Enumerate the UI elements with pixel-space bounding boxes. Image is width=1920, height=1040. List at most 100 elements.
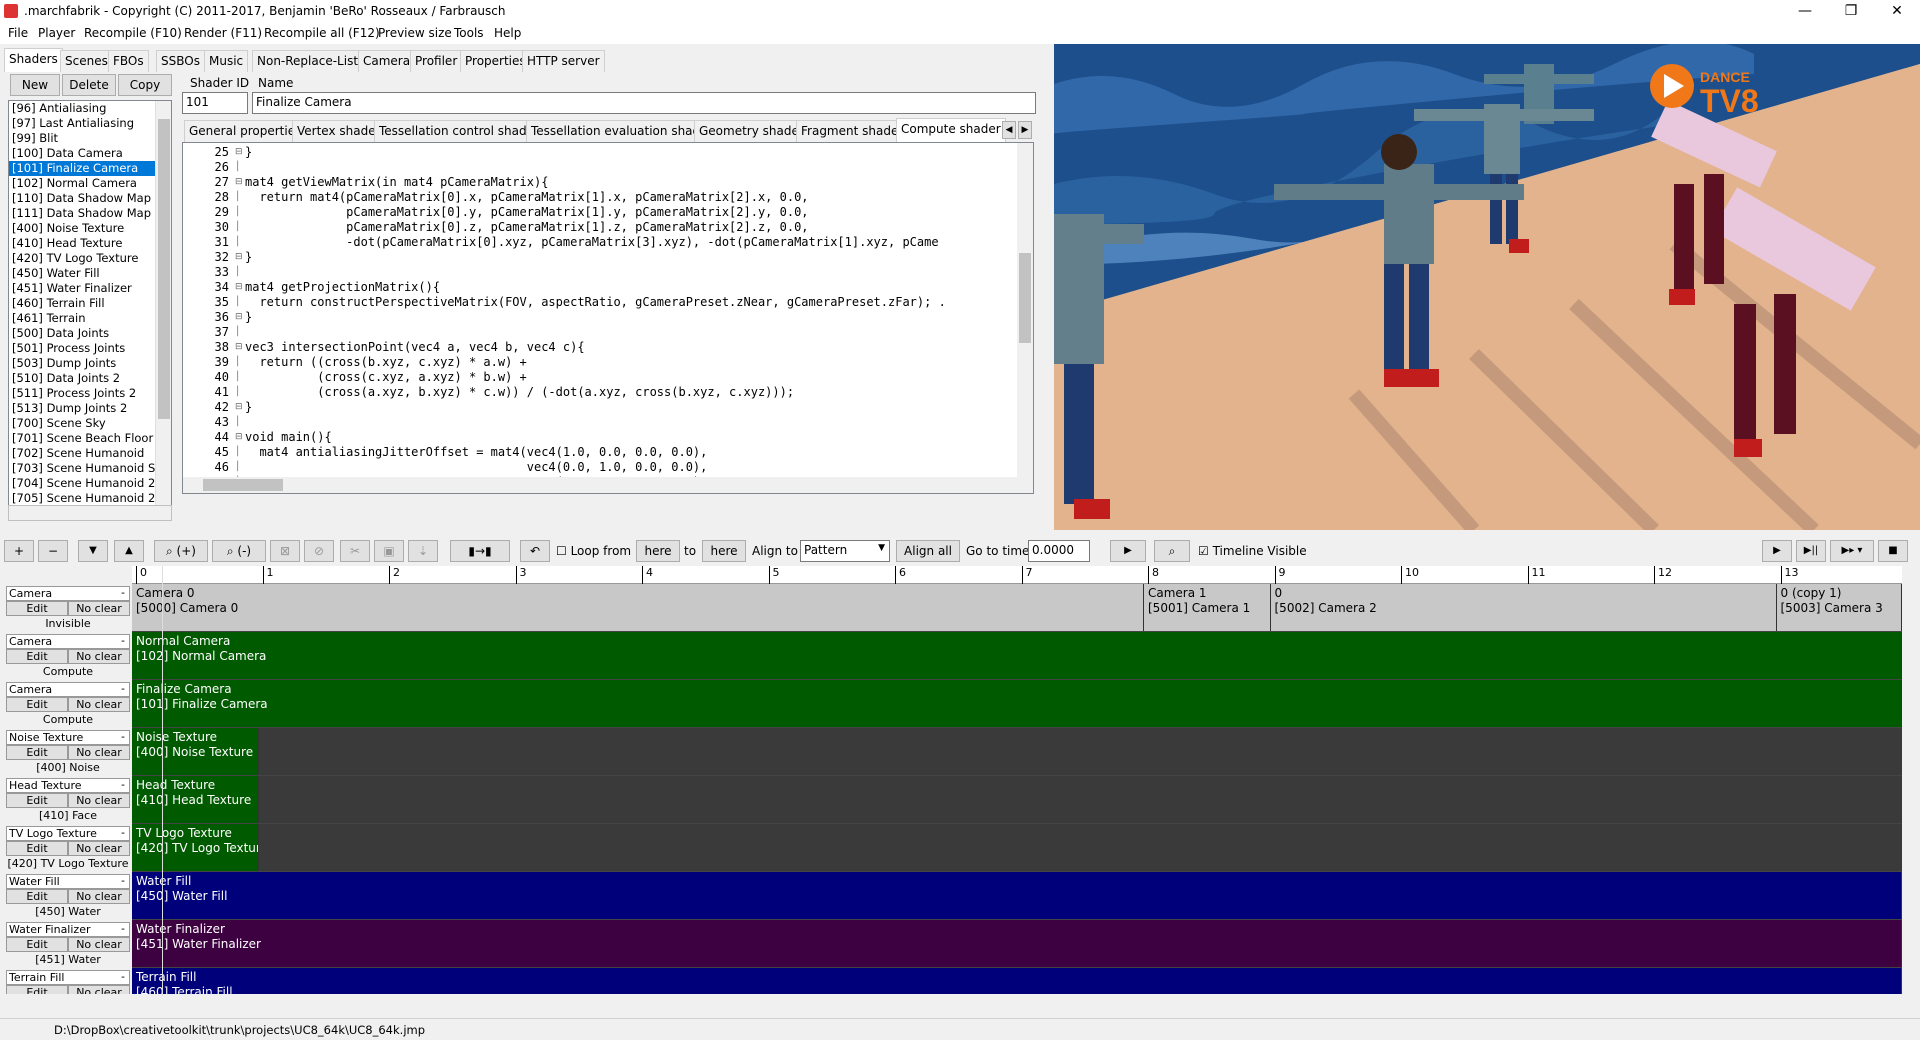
code-line[interactable]: -dot(pCameraMatrix[0].xyz, pCameraMatrix… [245,235,1015,250]
tab-tess-eval[interactable]: Tessellation evaluation shader [526,120,718,142]
code-line[interactable]: return mat4(pCameraMatrix[0].x, pCameraM… [245,190,1015,205]
track-name[interactable]: Camera [6,586,130,601]
track-name[interactable]: Noise Texture [6,730,130,745]
track-name[interactable]: Terrain Fill [6,970,130,985]
code-line[interactable]: void main(){ [245,430,1015,445]
split-icon[interactable]: ▮→▮ [450,540,510,562]
track-edit-button[interactable]: Edit [6,745,68,760]
shader-list-item[interactable]: [420] TV Logo Texture [9,251,171,266]
code-line[interactable] [245,160,1015,175]
shader-list-item[interactable]: [110] Data Shadow Map [9,191,171,206]
track-lane[interactable]: Normal Camera [102] Normal Camera [132,632,1902,680]
shader-list-item[interactable]: [450] Water Fill [9,266,171,281]
cut-icon[interactable]: ✂ [340,540,370,562]
code-line[interactable]: (cross(c.xyz, a.xyz) * b.w) + [245,370,1015,385]
track-edit-button[interactable]: Edit [6,793,68,808]
shader-list-item[interactable]: [99] Blit [9,131,171,146]
play-pause-button[interactable]: ▶|| [1796,540,1826,562]
align-all-button[interactable]: Align all [896,540,960,562]
shader-list-item[interactable]: [703] Scene Humanoid Sha [9,461,171,476]
menu-help[interactable]: Help [494,26,521,40]
close-button[interactable]: ✕ [1874,0,1920,24]
timeline-clip[interactable]: Finalize Camera [101] Finalize Camera [132,680,1902,727]
add-track-button[interactable]: + [4,540,34,562]
timeline-clip[interactable]: 0 (copy 1) [5003] Camera 3 [1776,584,1902,631]
move-down-button[interactable]: ▼ [78,540,108,562]
track-no-clear-button[interactable]: No clear [68,985,130,994]
track-no-clear-button[interactable]: No clear [68,601,130,616]
code-line[interactable]: return ((cross(b.xyz, c.xyz) * a.w) + [245,355,1015,370]
shader-list-item[interactable]: [702] Scene Humanoid [9,446,171,461]
tab-fbos[interactable]: FBOs [108,50,149,72]
code-line[interactable]: pCameraMatrix[0].z, pCameraMatrix[1].z, … [245,220,1015,235]
shader-list-item[interactable]: [510] Data Joints 2 [9,371,171,386]
tab-properties[interactable]: Properties [460,50,531,72]
tab-scenes[interactable]: Scenes [60,50,113,72]
move-up-button[interactable]: ▲ [114,540,144,562]
track-name[interactable]: Water Fill [6,874,130,889]
track-lane[interactable]: Water Finalizer [451] Water Finalizer [132,920,1902,968]
scroll-thumb[interactable] [1019,253,1031,343]
track-no-clear-button[interactable]: No clear [68,649,130,664]
track-name[interactable]: Camera [6,682,130,697]
track-name[interactable]: Water Finalizer [6,922,130,937]
track-edit-button[interactable]: Edit [6,841,68,856]
menu-recompile-all[interactable]: Recompile all (F12) [264,26,380,40]
maximize-button[interactable]: ❐ [1828,0,1874,24]
search-icon[interactable]: ⌕ [1154,540,1190,562]
shader-list-item[interactable]: [100] Data Camera [9,146,171,161]
remove-track-button[interactable]: − [38,540,68,562]
tab-ssbos[interactable]: SSBOs [156,50,205,72]
loop-icon[interactable]: ↶ [520,540,550,562]
timeline-visible-checkbox[interactable]: ☑ Timeline Visible [1198,544,1307,558]
track-name[interactable]: Camera [6,634,130,649]
loop-to-here-button[interactable]: here [702,540,746,562]
code-editor[interactable]: 25 26 27 28 29 30 31 32 33 34 35 36 37 38 39 40 41 42 43 44… [182,142,1034,494]
shader-list-item[interactable]: [97] Last Antialiasing [9,116,171,131]
shader-list-item[interactable]: [101] Finalize Camera [9,161,171,176]
timeline-clip[interactable]: Noise Texture [400] Noise Texture [132,728,259,775]
copy-icon[interactable]: ▣ [374,540,404,562]
timeline-clip[interactable]: Camera 1 [5001] Camera 1 [1144,584,1271,631]
loop-from-checkbox[interactable]: ☐ Loop from [556,544,631,558]
delete-button[interactable]: Delete [62,74,116,96]
timeline-hscrollbar[interactable] [132,996,1902,1012]
zoom-in-button[interactable]: ⌕ (+) [154,540,208,562]
code-line[interactable] [245,415,1015,430]
track-lane[interactable]: Noise Texture [400] Noise Texture [132,728,1902,776]
code-line[interactable]: pCameraMatrix[0].y, pCameraMatrix[1].y, … [245,205,1015,220]
tab-fragment-shader[interactable]: Fragment shader [796,120,909,142]
minimize-button[interactable]: — [1782,0,1828,24]
shader-list-item[interactable]: [461] Terrain [9,311,171,326]
shader-list-scrollbar[interactable] [155,101,171,519]
tab-tess-control[interactable]: Tessellation control shader [374,120,544,142]
code-line[interactable] [245,265,1015,280]
track-lane[interactable]: Water Fill [450] Water Fill [132,872,1902,920]
track-edit-button[interactable]: Edit [6,601,68,616]
menu-file[interactable]: File [8,26,28,40]
shader-list-item[interactable]: [500] Data Joints [9,326,171,341]
track-no-clear-button[interactable]: No clear [68,937,130,952]
tab-non-replace-list[interactable]: Non-Replace-List [252,50,364,72]
align-mode-select[interactable]: Pattern ▼ [800,540,890,562]
timeline-clip[interactable]: Water Finalizer [451] Water Finalizer [132,920,1902,967]
menu-recompile[interactable]: Recompile (F10) [84,26,182,40]
shader-list-item[interactable]: [704] Scene Humanoid 2 [9,476,171,491]
code-line[interactable]: vec4(0.0, 1.0, 0.0, 0.0), [245,460,1015,475]
menu-render[interactable]: Render (F11) [184,26,262,40]
track-edit-button[interactable]: Edit [6,649,68,664]
code-line[interactable]: mat4 getViewMatrix(in mat4 pCameraMatrix… [245,175,1015,190]
scroll-thumb[interactable] [203,479,283,491]
shader-list-item[interactable]: [451] Water Finalizer [9,281,171,296]
timeline-clip[interactable]: TV Logo Texture [420] TV Logo Texture [132,824,259,871]
code-line[interactable]: mat4 antialiasingJitterOffset = mat4(vec… [245,445,1015,460]
timeline-clip[interactable]: Camera 0 [5000] Camera 0 [132,584,1144,631]
copy-button[interactable]: Copy [118,74,172,96]
track-no-clear-button[interactable]: No clear [68,745,130,760]
new-button[interactable]: New [10,74,60,96]
code-text[interactable]: } mat4 getViewMatrix(in mat4 pCameraMatri… [245,145,1015,490]
code-line[interactable]: mat4 getProjectionMatrix(){ [245,280,1015,295]
tab-geometry-shader[interactable]: Geometry shader [694,120,809,142]
timeline-vscrollbar[interactable] [1902,584,1920,994]
code-line[interactable]: } [245,400,1015,415]
